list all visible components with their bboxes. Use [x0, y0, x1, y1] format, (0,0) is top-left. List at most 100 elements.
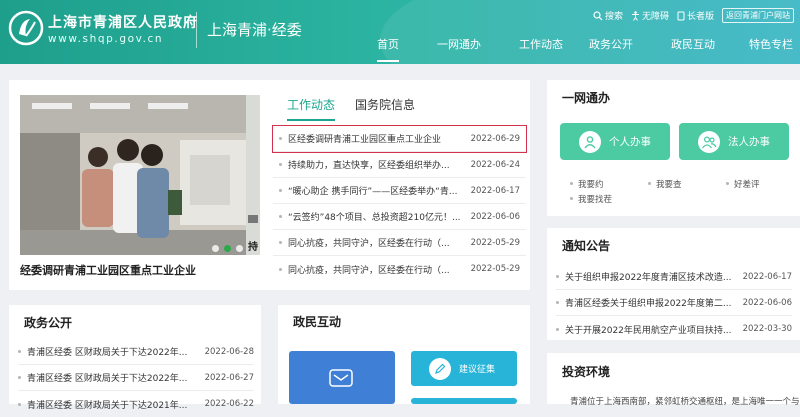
nav-special-column[interactable]: 特色专栏 — [749, 38, 793, 62]
news-date: 2022-06-29 — [470, 133, 520, 144]
bullet — [570, 182, 573, 185]
government-logo-icon[interactable] — [8, 10, 44, 46]
gov-open-item[interactable]: 青浦区经委 区财政局关于下达2022年... 2022-06-27 — [18, 365, 254, 391]
site-header: 上海市青浦区人民政府 www.shqp.gov.cn 上海青浦·经委 搜索 无障… — [0, 0, 800, 64]
elderly-icon — [677, 11, 685, 20]
accessibility-link[interactable]: 无障碍 — [631, 9, 669, 22]
main-nav: 首页 一网通办 工作动态 政务公开 政民互动 特色专栏 — [360, 38, 793, 62]
next-preview-caption: 持 — [248, 242, 258, 253]
tab-state-council[interactable]: 国务院信息 — [355, 96, 415, 121]
bullet — [570, 197, 573, 200]
nav-work-news[interactable]: 工作动态 — [519, 38, 563, 62]
notice-item[interactable]: 青浦区经委关于组织申报2022年度第二... 2022-06-06 — [556, 290, 792, 316]
nav-home[interactable]: 首页 — [377, 38, 399, 62]
slider-caption[interactable]: 经委调研青浦工业园区重点工业企业 — [20, 262, 196, 278]
news-date: 2022-06-06 — [470, 211, 520, 222]
news-item[interactable]: 持续助力，直达快享，区经委组织举办... 2022-06-24 — [273, 152, 526, 178]
slider-dot[interactable] — [212, 245, 219, 252]
bullet — [556, 301, 559, 304]
news-list: 区经委调研青浦工业园区重点工业企业 2022-06-29 持续助力，直达快享，区经… — [272, 125, 527, 282]
elderly-label: 长者版 — [686, 12, 714, 22]
slider-dot[interactable] — [236, 245, 243, 252]
link-find-fault[interactable]: 我要找茬 — [570, 193, 648, 205]
bullet — [18, 402, 21, 406]
news-item[interactable]: 区经委调研青浦工业园区重点工业企业 2022-06-29 — [272, 125, 527, 153]
gov-open-item-title: 青浦区经委 区财政局关于下达2021年... — [27, 400, 188, 411]
link-appointment[interactable]: 我要约 — [570, 178, 648, 190]
news-item[interactable]: “云签约”48个项目、总投资超210亿元！... 2022-06-06 — [273, 204, 526, 230]
notice-item[interactable]: 关于组织申报2022年度青浦区技术改造... 2022-06-17 — [556, 264, 792, 290]
site-url: www.shqp.gov.cn — [48, 33, 164, 45]
news-item[interactable]: 同心抗疫，共同守沪，区经委在行动（... 2022-05-29 — [273, 256, 526, 282]
bullet — [648, 182, 651, 185]
corporate-service-button[interactable]: 法人办事 — [679, 123, 789, 160]
nav-interaction[interactable]: 政民互动 — [671, 38, 715, 62]
next-tile-edge[interactable] — [411, 398, 517, 404]
bullet — [279, 163, 282, 166]
notice-item-title: 关于组织申报2022年度青浦区技术改造... — [565, 273, 732, 283]
news-tabs: 工作动态 国务院信息 — [287, 96, 415, 121]
slider-dots — [212, 245, 243, 252]
notice-item-title: 关于开展2022年民用航空产业项目扶持... — [565, 325, 732, 336]
investment-title: 投资环境 — [562, 365, 611, 379]
news-date: 2022-05-29 — [470, 264, 520, 274]
search-link[interactable]: 搜索 — [593, 9, 623, 22]
top-links: 搜索 无障碍 长者版 返回青浦门户网站 — [593, 8, 794, 23]
link-label: 我要查 — [656, 179, 682, 190]
gov-open-item-date: 2022-06-28 — [204, 346, 254, 357]
elderly-version-link[interactable]: 长者版 — [677, 9, 714, 22]
service-quick-links: 我要约 我要查 好差评 我要找茬 — [570, 176, 800, 206]
one-net-title: 一网通办 — [562, 91, 611, 105]
news-item[interactable]: “暖心助企 携手同行”——区经委举办“青... 2022-06-17 — [273, 178, 526, 204]
opinion-collection-tile[interactable]: 建议征集 — [411, 351, 517, 386]
notice-item-date: 2022-06-17 — [742, 271, 792, 282]
slider-dot-active[interactable] — [224, 245, 231, 252]
search-icon — [593, 10, 603, 20]
link-label: 好差评 — [734, 179, 760, 190]
link-label: 我要找茬 — [578, 194, 613, 205]
bullet — [279, 241, 282, 244]
notice-item-date: 2022-03-30 — [742, 324, 792, 334]
gov-open-item-date: 2022-06-27 — [204, 372, 254, 383]
message-tile[interactable] — [289, 351, 395, 404]
notice-title: 通知公告 — [562, 239, 611, 253]
nav-one-net-service[interactable]: 一网通办 — [437, 38, 481, 62]
notice-item[interactable]: 关于开展2022年民用航空产业项目扶持... 2022-03-30 — [556, 316, 792, 342]
person-icon — [579, 130, 601, 153]
personal-service-label: 个人办事 — [609, 136, 651, 148]
gov-open-item[interactable]: 青浦区经委 区财政局关于下达2021年... 2022-06-22 — [18, 391, 254, 417]
news-item[interactable]: 同心抗疫，共同守沪，区经委在行动（... 2022-05-29 — [273, 230, 526, 256]
bullet — [279, 189, 282, 192]
bullet — [726, 182, 729, 185]
meeting-photo-image — [20, 95, 246, 255]
bullet — [556, 327, 559, 331]
return-portal-button[interactable]: 返回青浦门户网站 — [722, 8, 794, 23]
corporate-service-label: 法人办事 — [728, 136, 770, 148]
next-preview-block — [248, 215, 258, 223]
bullet — [279, 137, 282, 140]
news-title: 持续助力，直达快享，区经委组织举办... — [288, 161, 450, 171]
site-name[interactable]: 上海市青浦区人民政府 — [48, 12, 198, 32]
slider-photo[interactable] — [20, 95, 246, 255]
tab-work-news[interactable]: 工作动态 — [287, 96, 336, 121]
accessibility-label: 无障碍 — [641, 12, 669, 22]
gov-open-item-title: 青浦区经委 区财政局关于下达2022年... — [27, 374, 188, 384]
personal-service-button[interactable]: 个人办事 — [560, 123, 670, 160]
news-title: 区经委调研青浦工业园区重点工业企业 — [288, 135, 442, 145]
nav-gov-open[interactable]: 政务公开 — [589, 38, 633, 62]
gov-open-list: 青浦区经委 区财政局关于下达2022年... 2022-06-28 青浦区经委 区… — [18, 339, 254, 417]
investment-text: 青浦位于上海西南部，紧邻虹桥交通枢纽，是上海唯一一个与... — [570, 397, 800, 407]
slider-next-preview: 持 — [246, 95, 260, 255]
bullet — [279, 267, 282, 271]
notice-item-date: 2022-06-06 — [742, 297, 792, 308]
gov-open-item[interactable]: 青浦区经委 区财政局关于下达2022年... 2022-06-28 — [18, 339, 254, 365]
edit-icon — [429, 357, 451, 380]
bullet — [556, 275, 559, 278]
department-title[interactable]: 上海青浦·经委 — [207, 19, 302, 40]
gov-open-item-title: 青浦区经委 区财政局关于下达2022年... — [27, 348, 188, 358]
search-label: 搜索 — [604, 12, 623, 22]
bullet — [279, 215, 282, 218]
news-title: 同心抗疫，共同守沪，区经委在行动（... — [288, 239, 450, 249]
link-query[interactable]: 我要查 — [648, 178, 726, 190]
link-rating[interactable]: 好差评 — [726, 178, 800, 190]
